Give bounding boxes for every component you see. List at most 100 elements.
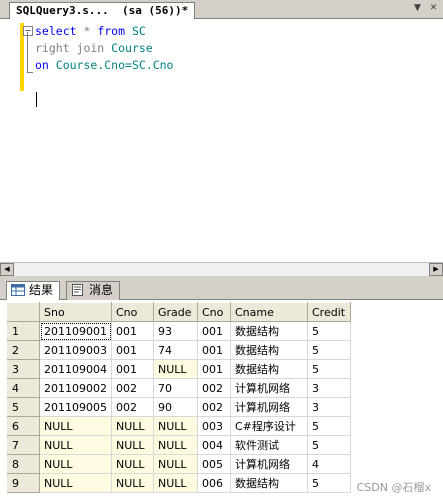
scroll-right-icon[interactable]: ▶ [429, 263, 443, 276]
table-cell[interactable]: 002 [111, 397, 154, 417]
table-cell[interactable]: 74 [153, 340, 198, 360]
table-cell[interactable]: 数据结构 [230, 321, 308, 341]
row-header[interactable]: 8 [7, 454, 40, 474]
table-cell[interactable]: 5 [307, 416, 351, 436]
close-tab-icon[interactable]: ✕ [427, 2, 440, 15]
table-cell[interactable]: 计算机网络 [230, 397, 308, 417]
query-editor[interactable]: − select * from SC right join Course on Co… [0, 19, 443, 262]
table-cell[interactable]: 006 [197, 473, 231, 493]
tab-results[interactable]: 结果 [6, 281, 61, 301]
row-header[interactable]: 1 [7, 321, 40, 341]
grid-corner[interactable] [7, 302, 40, 322]
table-cell[interactable]: 001 [111, 359, 154, 379]
table-cell[interactable]: NULL [111, 454, 154, 474]
table-cell[interactable]: NULL [111, 473, 154, 493]
table-cell[interactable]: NULL [39, 435, 112, 455]
tab-messages[interactable]: 消息 [66, 281, 121, 300]
outline-line [27, 32, 33, 73]
table-row[interactable]: 9 NULL NULL NULL 006 数据结构 5 [7, 473, 351, 493]
table-row[interactable]: 4 201109002 002 70 002 计算机网络 3 [7, 378, 351, 398]
sql-code[interactable]: select * from SC right join Course on Cour… [35, 23, 173, 74]
table-row[interactable]: 8 NULL NULL NULL 005 计算机网络 4 [7, 454, 351, 474]
table-cell[interactable]: NULL [39, 416, 112, 436]
row-header[interactable]: 7 [7, 435, 40, 455]
table-cell[interactable]: 001 [197, 321, 231, 341]
table-cell[interactable]: 201109001 [39, 321, 112, 341]
table-row[interactable]: 5 201109005 002 90 002 计算机网络 3 [7, 397, 351, 417]
column-header-cno[interactable]: Cno [111, 302, 154, 322]
column-header-cno-2[interactable]: Cno [197, 302, 231, 322]
tab-list-icon[interactable]: ▼ [411, 2, 424, 15]
results-grid[interactable]: Sno Cno Grade Cno Cname Credit 1 20110900… [0, 300, 443, 503]
table-row[interactable]: 3 201109004 001 NULL 001 数据结构 5 [7, 359, 351, 379]
table-cell[interactable]: NULL [153, 454, 198, 474]
table-cell[interactable]: NULL [39, 454, 112, 474]
table-cell[interactable]: 软件测试 [230, 435, 308, 455]
code-line-2: right join Course [35, 41, 153, 55]
tab-messages-label: 消息 [89, 283, 114, 297]
results-table: Sno Cno Grade Cno Cname Credit 1 20110900… [7, 302, 351, 493]
grid-icon [11, 284, 25, 296]
table-cell[interactable]: 201109005 [39, 397, 112, 417]
table-cell[interactable]: 4 [307, 454, 351, 474]
query-tab[interactable]: SQLQuery3.s... (sa (56))* [9, 2, 196, 20]
table-cell[interactable]: 001 [111, 321, 154, 341]
table-cell[interactable]: 数据结构 [230, 340, 308, 360]
table-cell[interactable]: NULL [153, 359, 198, 379]
table-cell[interactable]: 3 [307, 397, 351, 417]
table-row[interactable]: 1 201109001 001 93 001 数据结构 5 [7, 321, 351, 341]
table-cell[interactable]: NULL [111, 435, 154, 455]
column-header-cname[interactable]: Cname [230, 302, 308, 322]
table-cell[interactable]: 201109003 [39, 340, 112, 360]
editor-horizontal-scrollbar[interactable]: ◀ ▶ [0, 262, 443, 276]
table-cell[interactable]: 5 [307, 359, 351, 379]
row-header[interactable]: 3 [7, 359, 40, 379]
table-cell[interactable]: 5 [307, 473, 351, 493]
table-cell[interactable]: 001 [197, 359, 231, 379]
table-cell[interactable]: 数据结构 [230, 359, 308, 379]
table-cell[interactable]: NULL [153, 435, 198, 455]
table-cell[interactable]: 002 [111, 378, 154, 398]
table-row[interactable]: 7 NULL NULL NULL 004 软件测试 5 [7, 435, 351, 455]
table-cell[interactable]: NULL [153, 473, 198, 493]
table-cell[interactable]: NULL [111, 416, 154, 436]
table-cell[interactable]: 001 [197, 340, 231, 360]
table-cell[interactable]: 002 [197, 378, 231, 398]
column-header-sno[interactable]: Sno [39, 302, 112, 322]
table-cell[interactable]: 001 [111, 340, 154, 360]
table-row[interactable]: 2 201109003 001 74 001 数据结构 5 [7, 340, 351, 360]
table-cell[interactable]: 70 [153, 378, 198, 398]
table-cell[interactable]: 005 [197, 454, 231, 474]
scroll-left-icon[interactable]: ◀ [0, 263, 14, 276]
watermark: CSDN @石榴x [356, 481, 431, 494]
table-cell[interactable]: 5 [307, 435, 351, 455]
table-cell[interactable]: 5 [307, 340, 351, 360]
row-header[interactable]: 5 [7, 397, 40, 417]
table-cell[interactable]: 3 [307, 378, 351, 398]
results-tab-strip: 结果 消息 [0, 280, 443, 301]
table-cell[interactable]: 93 [153, 321, 198, 341]
column-header-grade[interactable]: Grade [153, 302, 198, 322]
code-line-3: on Course.Cno=SC.Cno [35, 58, 174, 72]
table-cell[interactable]: 201109002 [39, 378, 112, 398]
column-header-credit[interactable]: Credit [307, 302, 351, 322]
table-cell[interactable]: NULL [153, 416, 198, 436]
table-cell[interactable]: 数据结构 [230, 473, 308, 493]
table-cell[interactable]: C#程序设计 [230, 416, 308, 436]
table-cell[interactable]: 5 [307, 321, 351, 341]
row-header[interactable]: 2 [7, 340, 40, 360]
row-header[interactable]: 6 [7, 416, 40, 436]
row-header[interactable]: 4 [7, 378, 40, 398]
table-row[interactable]: 6 NULL NULL NULL 003 C#程序设计 5 [7, 416, 351, 436]
table-cell[interactable]: 90 [153, 397, 198, 417]
table-cell[interactable]: 003 [197, 416, 231, 436]
row-header[interactable]: 9 [7, 473, 40, 493]
table-cell[interactable]: 201109004 [39, 359, 112, 379]
table-cell[interactable]: 002 [197, 397, 231, 417]
text-cursor [36, 92, 37, 107]
table-cell[interactable]: 计算机网络 [230, 454, 308, 474]
table-cell[interactable]: NULL [39, 473, 112, 493]
table-cell[interactable]: 004 [197, 435, 231, 455]
code-line-1: select * from SC [35, 24, 146, 38]
table-cell[interactable]: 计算机网络 [230, 378, 308, 398]
